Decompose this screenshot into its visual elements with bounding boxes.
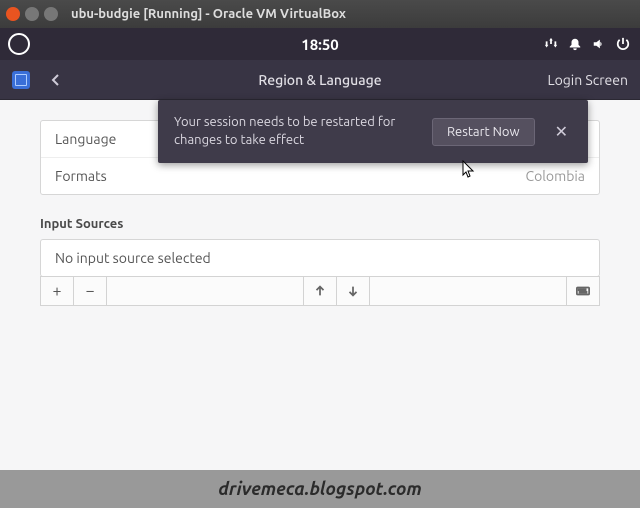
vm-title: ubu-budgie [Running] - Oracle VM Virtual…	[71, 7, 346, 21]
system-tray	[544, 37, 630, 51]
mouse-cursor	[462, 160, 476, 180]
watermark-bar: drivemeca.blogspot.com	[0, 470, 640, 508]
top-panel: 18:50	[0, 28, 640, 60]
row-label: Formats	[55, 168, 107, 184]
remove-input-source-button[interactable]: −	[73, 276, 107, 306]
add-input-source-button[interactable]: +	[40, 276, 74, 306]
budgie-menu-icon[interactable]	[8, 33, 30, 55]
row-value: Colombia	[526, 168, 586, 184]
back-button[interactable]	[48, 72, 64, 88]
restart-now-button[interactable]: Restart Now	[432, 118, 535, 146]
header-title: Region & Language	[258, 72, 381, 88]
notifications-icon[interactable]	[568, 37, 582, 51]
settings-app-icon[interactable]	[12, 71, 30, 89]
panel-clock[interactable]: 18:50	[301, 36, 339, 53]
vm-titlebar: ubu-budgie [Running] - Oracle VM Virtual…	[0, 0, 640, 28]
login-screen-button[interactable]: Login Screen	[547, 72, 628, 88]
input-sources-heading: Input Sources	[40, 217, 600, 231]
keyboard-layout-button[interactable]	[566, 276, 600, 306]
input-sources-toolbar: + −	[40, 276, 600, 306]
move-up-button[interactable]	[303, 276, 337, 306]
watermark-text: drivemeca.blogspot.com	[218, 479, 421, 499]
restart-notification: Your session needs to be restarted for c…	[158, 100, 588, 163]
input-sources-section: Input Sources No input source selected +…	[40, 217, 600, 306]
row-label: Language	[55, 131, 116, 147]
power-icon[interactable]	[616, 37, 630, 51]
move-down-button[interactable]	[336, 276, 370, 306]
input-sources-list: No input source selected	[40, 239, 600, 277]
settings-header-bar: Region & Language Login Screen	[0, 60, 640, 100]
input-sources-empty: No input source selected	[41, 240, 599, 276]
notification-message: Your session needs to be restarted for c…	[174, 114, 416, 149]
window-close-button[interactable]	[6, 7, 20, 21]
sound-icon[interactable]	[592, 37, 606, 51]
window-maximize-button[interactable]	[44, 7, 58, 21]
notification-close-button[interactable]: ✕	[551, 122, 572, 141]
updates-icon[interactable]	[544, 37, 558, 51]
window-minimize-button[interactable]	[25, 7, 39, 21]
formats-row[interactable]: Formats Colombia	[41, 158, 599, 194]
